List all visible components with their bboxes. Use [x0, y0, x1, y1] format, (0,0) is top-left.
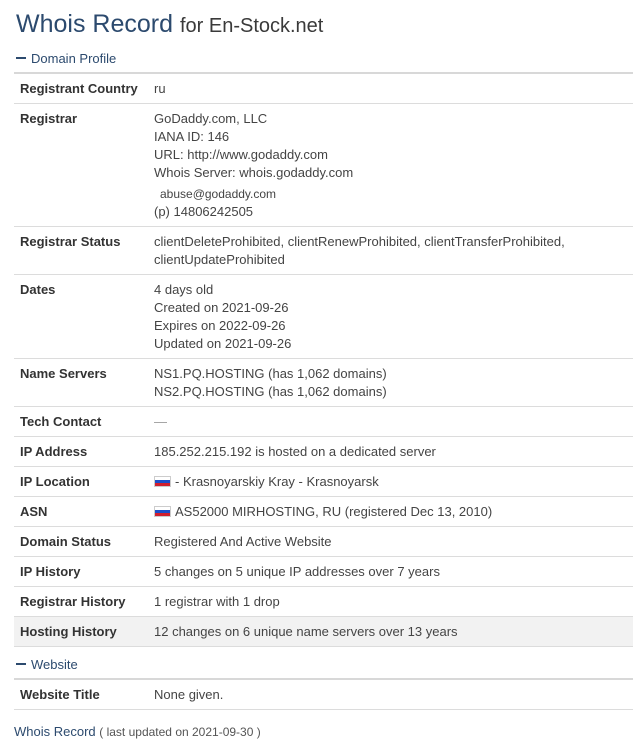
- registrar-status-line1: clientDeleteProhibited, clientRenewProhi…: [154, 234, 565, 249]
- name-server-1[interactable]: NS1.PQ.HOSTING (has 1,062 domains): [154, 365, 633, 383]
- row-registrar: Registrar GoDaddy.com, LLC IANA ID: 146 …: [14, 103, 633, 227]
- value-asn: AS52000 MIRHOSTING, RU (registered Dec 1…: [148, 496, 633, 527]
- row-ip-history: IP History 5 changes on 5 unique IP addr…: [14, 556, 633, 587]
- footer: Whois Record ( last updated on 2021-09-3…: [14, 724, 633, 739]
- value-dates: 4 days old Created on 2021-09-26 Expires…: [148, 274, 633, 359]
- label-registrant-country: Registrant Country: [14, 74, 148, 104]
- row-dates: Dates 4 days old Created on 2021-09-26 E…: [14, 274, 633, 359]
- registrar-name: GoDaddy.com, LLC: [154, 111, 268, 126]
- value-registrar: GoDaddy.com, LLC IANA ID: 146 URL: http:…: [148, 103, 633, 227]
- dates-updated: Updated on 2021-09-26: [154, 336, 292, 351]
- row-tech-contact: Tech Contact —: [14, 406, 633, 437]
- label-ip-address: IP Address: [14, 436, 148, 467]
- value-name-servers: NS1.PQ.HOSTING (has 1,062 domains) NS2.P…: [148, 358, 633, 407]
- row-website-title: Website Title None given.: [14, 680, 633, 710]
- value-ip-history[interactable]: 5 changes on 5 unique IP addresses over …: [148, 556, 633, 587]
- domain-profile-title: Domain Profile: [31, 51, 117, 66]
- row-ip-address: IP Address 185.252.215.192 is hosted on …: [14, 436, 633, 467]
- registrar-iana: IANA ID: 146: [154, 129, 230, 144]
- label-hosting-history: Hosting History: [14, 616, 148, 647]
- name-server-2[interactable]: NS2.PQ.HOSTING (has 1,062 domains): [154, 383, 633, 401]
- dates-age: 4 days old: [154, 282, 214, 297]
- russia-flag-icon: [154, 476, 171, 487]
- row-ip-location: IP Location - Krasnoyarskiy Kray - Krasn…: [14, 466, 633, 497]
- label-dates: Dates: [14, 274, 148, 359]
- value-registrant-country: ru: [148, 74, 633, 104]
- minus-icon: [16, 662, 26, 665]
- footer-last-updated: ( last updated on 2021-09-30 ): [99, 725, 261, 739]
- asn-text: AS52000 MIRHOSTING, RU (registered Dec 1…: [175, 504, 493, 519]
- label-registrar-history: Registrar History: [14, 586, 148, 617]
- row-asn: ASN AS52000 MIRHOSTING, RU (registered D…: [14, 496, 633, 527]
- label-registrar-status: Registrar Status: [14, 226, 148, 275]
- value-ip-location: - Krasnoyarskiy Kray - Krasnoyarsk: [148, 466, 633, 497]
- label-domain-status: Domain Status: [14, 526, 148, 557]
- label-asn: ASN: [14, 496, 148, 527]
- value-registrar-status: clientDeleteProhibited, clientRenewProhi…: [148, 226, 633, 275]
- whois-page: Whois Record for En-Stock.net Domain Pro…: [0, 0, 633, 739]
- ip-location-text: - Krasnoyarskiy Kray - Krasnoyarsk: [175, 474, 379, 489]
- label-website-title: Website Title: [14, 680, 148, 710]
- value-website-title: None given.: [148, 680, 633, 710]
- website-table: Website Title None given.: [14, 680, 633, 710]
- label-ip-location: IP Location: [14, 466, 148, 497]
- page-title-domain: for En-Stock.net: [179, 15, 324, 37]
- label-name-servers: Name Servers: [14, 358, 148, 407]
- page-title: Whois Record for En-Stock.net: [16, 10, 633, 39]
- domain-profile-table: Registrant Country ru Registrar GoDaddy.…: [14, 74, 633, 647]
- row-name-servers: Name Servers NS1.PQ.HOSTING (has 1,062 d…: [14, 358, 633, 407]
- row-registrar-history: Registrar History 1 registrar with 1 dro…: [14, 586, 633, 617]
- value-domain-status: Registered And Active Website: [148, 526, 633, 557]
- row-hosting-history: Hosting History 12 changes on 6 unique n…: [14, 616, 633, 647]
- domain-profile-header[interactable]: Domain Profile: [14, 51, 633, 74]
- value-ip-address[interactable]: 185.252.215.192 is hosted on a dedicated…: [148, 436, 633, 467]
- minus-icon: [16, 56, 26, 59]
- russia-flag-icon: [154, 506, 171, 517]
- value-hosting-history[interactable]: 12 changes on 6 unique name servers over…: [148, 616, 633, 647]
- registrar-email: abuse@godaddy.com: [160, 187, 277, 201]
- website-header[interactable]: Website: [14, 657, 633, 680]
- value-tech-contact: —: [148, 406, 633, 437]
- registrar-url: URL: http://www.godaddy.com: [154, 147, 328, 162]
- registrar-whois-server: Whois Server: whois.godaddy.com: [154, 165, 354, 180]
- row-domain-status: Domain Status Registered And Active Webs…: [14, 526, 633, 557]
- row-registrant-country: Registrant Country ru: [14, 74, 633, 104]
- page-title-main: Whois Record: [16, 10, 173, 38]
- value-registrar-history[interactable]: 1 registrar with 1 drop: [148, 586, 633, 617]
- registrar-status-line2: clientUpdateProhibited: [154, 252, 285, 267]
- row-registrar-status: Registrar Status clientDeleteProhibited,…: [14, 226, 633, 275]
- label-tech-contact: Tech Contact: [14, 406, 148, 437]
- footer-whois-record-link[interactable]: Whois Record: [14, 724, 96, 739]
- label-registrar: Registrar: [14, 103, 148, 227]
- website-section-title: Website: [31, 657, 78, 672]
- dates-created: Created on 2021-09-26: [154, 300, 289, 315]
- label-ip-history: IP History: [14, 556, 148, 587]
- dates-expires: Expires on 2022-09-26: [154, 318, 286, 333]
- registrar-phone: (p) 14806242505: [154, 204, 254, 219]
